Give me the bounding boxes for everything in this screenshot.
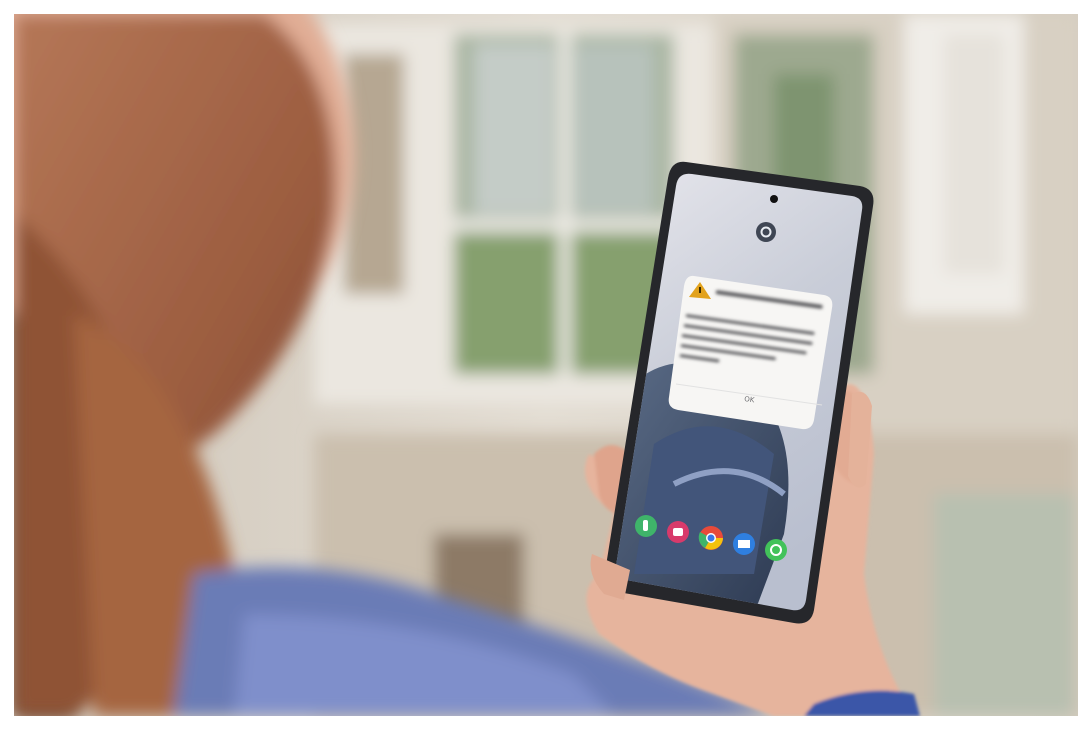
alert-dialog: OK xyxy=(668,275,833,430)
messages-app-icon[interactable] xyxy=(667,521,689,543)
photo-area: OK xyxy=(14,14,1078,716)
photo-frame: OK xyxy=(0,0,1086,731)
assistant-circle-icon xyxy=(756,222,776,242)
whatsapp-app-icon[interactable] xyxy=(765,539,787,561)
phone-app-icon[interactable] xyxy=(635,515,657,537)
email-app-icon[interactable] xyxy=(733,533,755,555)
scene-illustration: OK xyxy=(14,14,1078,716)
alert-ok-button[interactable]: OK xyxy=(744,395,756,404)
